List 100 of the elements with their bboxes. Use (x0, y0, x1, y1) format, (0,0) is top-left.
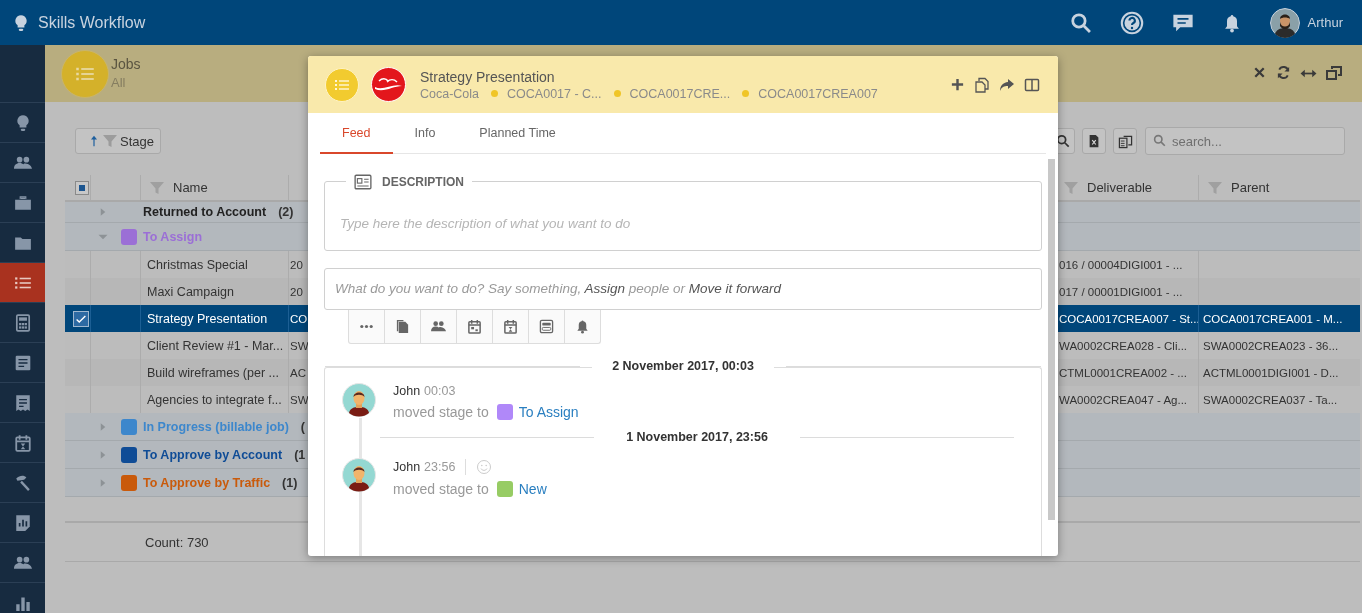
windows-icon[interactable] (1326, 65, 1342, 81)
table-cell: SWA0002CREA023 - 36... (1203, 339, 1339, 352)
breadcrumb-dot (491, 90, 499, 97)
table-cell: 20 (290, 258, 303, 271)
hourglass-calendar-icon (503, 319, 518, 334)
people-icon (431, 319, 446, 334)
activity-text: moved stage to (393, 404, 489, 420)
copy-icon[interactable] (974, 76, 990, 93)
group-label: In Progress (billable job) (143, 419, 289, 434)
group-count: (1 (294, 447, 306, 462)
bell-icon (575, 319, 590, 334)
tab[interactable]: Info (392, 113, 458, 154)
table-cell: 017 / 00001DIGI001 - ... (1059, 285, 1183, 298)
toolbar-button[interactable] (456, 310, 493, 344)
documents-icon (395, 319, 410, 334)
report-icon (13, 513, 32, 532)
table-cell: ACTML0001DIGI001 - D... (1203, 366, 1339, 379)
excel-button[interactable] (1082, 128, 1106, 154)
close-icon[interactable] (1252, 65, 1267, 80)
refresh-icon[interactable] (1276, 65, 1291, 80)
columns-button[interactable] (1113, 128, 1137, 154)
spreadsheet-icon (1087, 134, 1101, 148)
group-label: To Assign (143, 229, 203, 244)
group-count: (1) (282, 475, 298, 490)
page-title: Jobs (111, 56, 141, 72)
row-count: Count: 730 (145, 534, 209, 550)
toolbar-button[interactable] (420, 310, 457, 344)
author-name: John (393, 460, 421, 474)
table-cell: COCA0017CREA001 - M... (1203, 312, 1343, 325)
stage-link[interactable]: To Assign (518, 404, 579, 420)
stage-link[interactable]: New (518, 481, 547, 497)
column-header[interactable]: Deliverable (1087, 180, 1153, 195)
group-count: ( (300, 419, 306, 434)
filter-icon (1207, 179, 1223, 196)
search-icon (1153, 134, 1166, 147)
search-button[interactable] (1069, 11, 1092, 34)
row-checkbox[interactable] (72, 310, 89, 327)
table-cell: Build wireframes (per ... (147, 365, 279, 380)
table-cell: CTML0001CREA002 - ... (1059, 366, 1187, 379)
table-cell: SWA0002CREA037 - Ta... (1203, 393, 1338, 406)
split-view-icon[interactable] (1024, 76, 1040, 93)
group-count: (2) (278, 205, 294, 219)
arrow-up-icon (88, 135, 100, 147)
tab[interactable]: Planned Time (457, 113, 578, 154)
filter-icon (149, 179, 165, 196)
job-title: Strategy Presentation (420, 68, 556, 85)
table-cell: Christmas Special (147, 257, 248, 272)
search-icon (1056, 134, 1070, 148)
table-cell: Maxi Campaign (147, 284, 234, 299)
avatar-icon (342, 383, 376, 417)
search-field[interactable]: search... (1145, 127, 1345, 155)
toolbar-button[interactable] (384, 310, 421, 344)
hammer-icon (13, 473, 32, 492)
sidebar-item[interactable] (0, 582, 45, 613)
column-header[interactable]: Name (173, 180, 208, 195)
calendar-icon (467, 319, 482, 334)
help-icon (1119, 10, 1144, 35)
column-header[interactable]: Parent (1231, 180, 1270, 195)
table-cell: WA0002CREA047 - Ag... (1059, 393, 1188, 406)
user-name[interactable]: Arthur (1307, 15, 1343, 30)
select-all-checkbox[interactable] (74, 180, 89, 195)
app-title: Skills Workflow (38, 13, 146, 32)
table-cell: COCA0017CREA007 - St... (1059, 312, 1198, 325)
group-label: To Approve by Traffic (143, 475, 271, 490)
search-icon (1069, 11, 1092, 34)
share-arrow-icon[interactable] (999, 76, 1015, 93)
table-cell: Agencies to integrate f... (147, 392, 282, 407)
tab[interactable]: Feed (320, 113, 393, 154)
receipt-icon (13, 393, 32, 412)
bulb-icon (12, 13, 30, 32)
timestamp: 23:56 (424, 460, 456, 474)
group-label: Returned to Account (143, 205, 267, 219)
breadcrumb-dot (613, 90, 621, 97)
id-card-icon (354, 173, 372, 191)
logo-icon (371, 67, 406, 102)
avatar-icon[interactable] (1269, 7, 1300, 38)
toolbar-button[interactable] (564, 310, 601, 344)
table-cell: Client Review #1 - Mar... (147, 338, 284, 353)
table-cell: WA0002CREA028 - Cli... (1059, 339, 1188, 352)
breadcrumb-dot (742, 90, 750, 97)
columns-icon (1117, 133, 1133, 149)
toolbar-button[interactable] (528, 310, 565, 344)
briefcase-icon (13, 193, 32, 212)
plus-icon[interactable] (950, 76, 965, 92)
table-cell: SW (290, 339, 309, 352)
scrollbar[interactable] (1048, 159, 1055, 520)
activity-text: moved stage to (393, 481, 489, 497)
calendar-icon (13, 433, 32, 452)
sidebar-item[interactable] (0, 262, 45, 302)
avatar-icon (342, 458, 376, 492)
help-button[interactable] (1119, 10, 1144, 35)
sort-button[interactable]: Stage (75, 128, 161, 154)
calculator-icon (13, 313, 32, 332)
toggles-icon (539, 319, 554, 334)
table-cell: Strategy Presentation (147, 311, 268, 326)
table-cell: 20 (290, 285, 303, 298)
composer-field[interactable]: What do you want to do? Say something, Assign people or Move it forward (324, 268, 1042, 310)
table-cell: CO (290, 312, 308, 325)
toolbar-button[interactable] (492, 310, 529, 344)
table-cell: AC (290, 366, 306, 379)
